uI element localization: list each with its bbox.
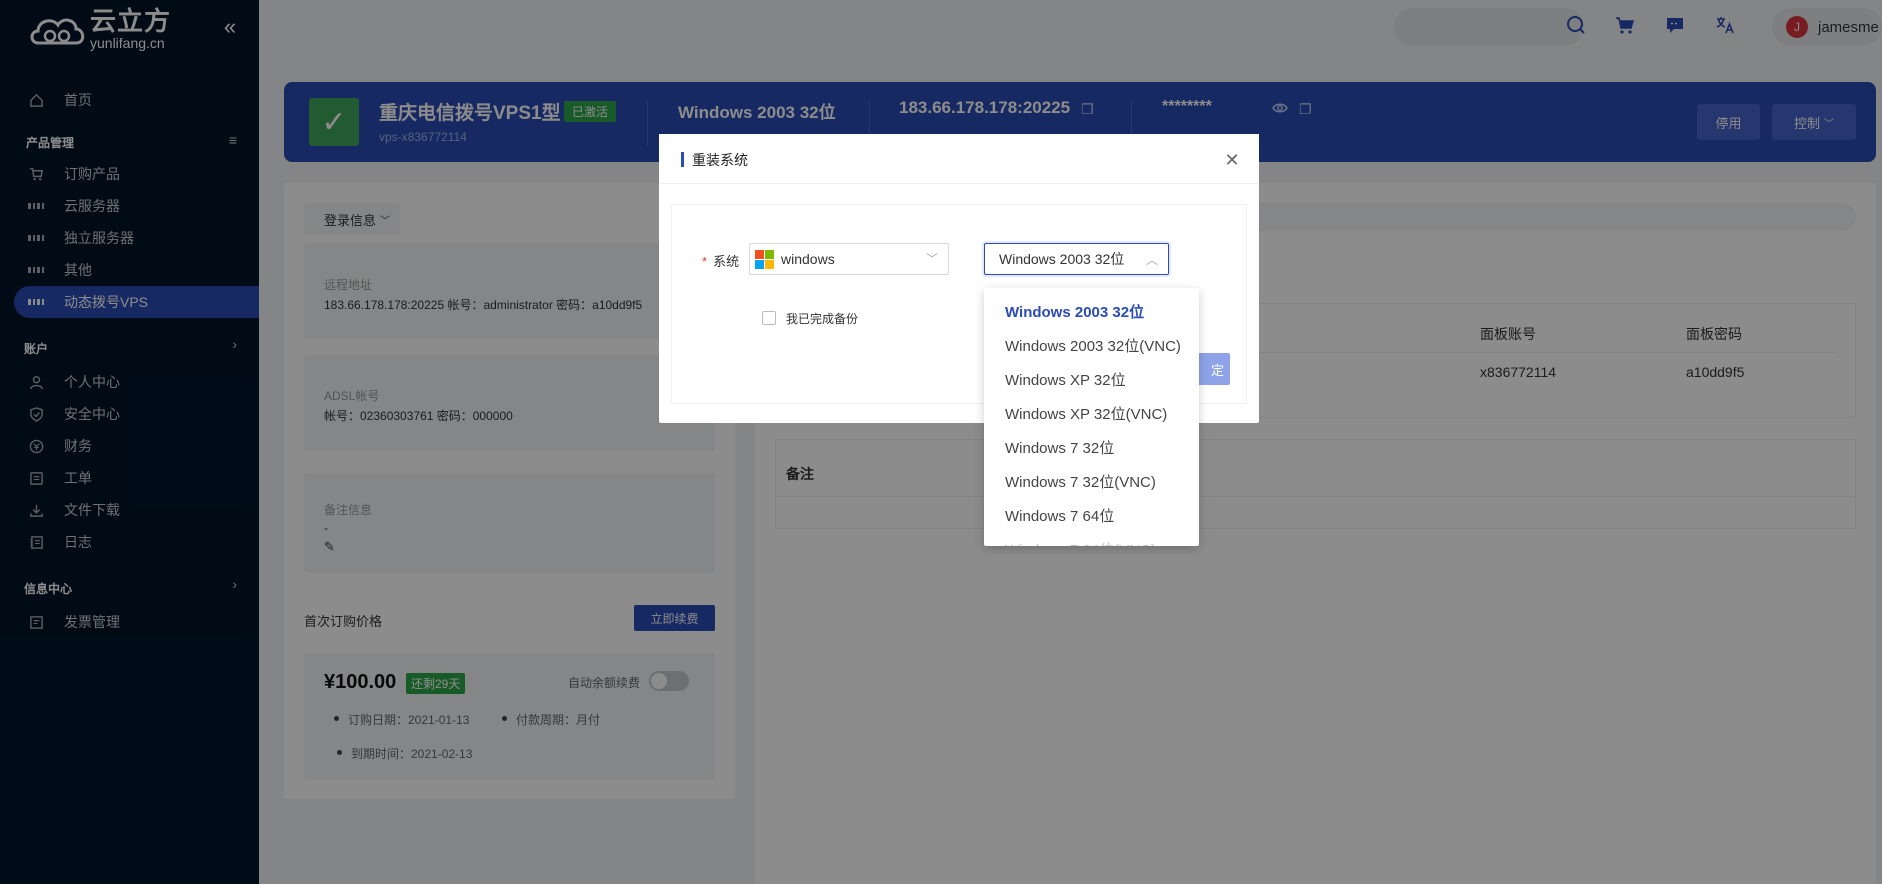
version-dropdown: Windows 2003 32位 Windows 2003 32位(VNC) W… — [984, 288, 1199, 546]
dropdown-option[interactable]: Windows 2003 32位(VNC) — [1005, 328, 1195, 362]
title-accent — [681, 152, 684, 167]
dropdown-option[interactable]: Windows 2003 32位 — [1005, 294, 1195, 328]
version-value: Windows 2003 32位 — [999, 251, 1125, 267]
system-label-text: 系统 — [713, 254, 740, 269]
dropdown-option[interactable]: Windows XP 32位 — [1005, 362, 1195, 396]
dropdown-option[interactable]: Windows 7 64位 — [1005, 498, 1195, 532]
dropdown-option[interactable]: Windows 7 32位(VNC) — [1005, 464, 1195, 498]
dropdown-option[interactable]: Windows 7 64位(VNC) — [1005, 532, 1195, 547]
backup-label: 我已完成备份 — [786, 312, 859, 326]
version-select[interactable]: Windows 2003 32位 ︿ — [984, 243, 1169, 275]
required-mark: * — [702, 254, 708, 269]
system-label: * 系统 — [702, 251, 739, 270]
os-select[interactable]: windows ﹀ — [749, 243, 949, 275]
dropdown-option[interactable]: Windows 7 32位 — [1005, 430, 1195, 464]
close-icon[interactable]: ✕ — [1222, 150, 1242, 171]
dropdown-option[interactable]: Windows XP 32位(VNC) — [1005, 396, 1195, 430]
modal-mask[interactable] — [0, 0, 1882, 884]
windows-icon — [755, 249, 774, 269]
chevron-down-icon: ﹀ — [925, 252, 938, 266]
chevron-up-icon: ︿ — [1145, 253, 1158, 267]
os-value: windows — [781, 251, 835, 267]
modal-header: 重装系统 ✕ — [659, 134, 1259, 184]
modal-title: 重装系统 — [692, 152, 748, 168]
backup-checkbox[interactable] — [762, 311, 776, 325]
